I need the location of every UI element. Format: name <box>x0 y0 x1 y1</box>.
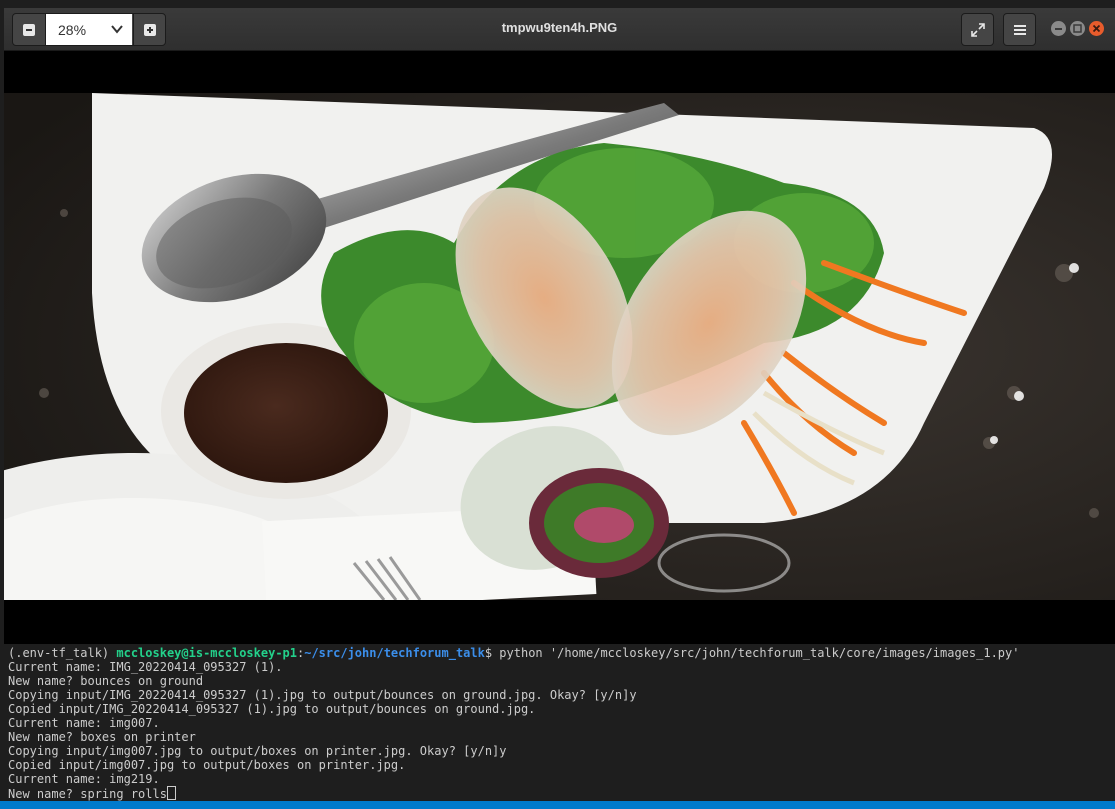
terminal-output-line: Copying input/IMG_20220414_095327 (1).jp… <box>8 688 637 702</box>
fullscreen-icon <box>970 22 985 37</box>
terminal-input-line[interactable]: New name? spring rolls <box>8 786 176 801</box>
terminal-output-line: Current name: IMG_20220414_095327 (1). <box>8 660 283 674</box>
menu-button[interactable] <box>1003 13 1036 46</box>
maximize-window-button[interactable] <box>1070 21 1085 36</box>
text-cursor <box>166 786 176 800</box>
window-title: tmpwu9ten4h.PNG <box>501 20 618 35</box>
close-window-button[interactable] <box>1089 21 1104 36</box>
terminal-output-line: New name? boxes on printer <box>8 730 196 744</box>
terminal-output-line: Current name: img219. <box>8 772 160 786</box>
displayed-photo <box>4 93 1115 600</box>
terminal-panel[interactable]: (.env-tf_talk) mccloskey@is-mccloskey-p1… <box>0 644 1115 801</box>
terminal-output-line: Copied input/IMG_20220414_095327 (1).jpg… <box>8 702 536 716</box>
minimize-icon <box>1055 28 1062 30</box>
hamburger-menu-icon <box>1013 24 1026 35</box>
prompt-env: (.env-tf_talk) <box>8 646 117 660</box>
terminal-input-text: New name? spring rolls <box>8 787 167 801</box>
prompt-user: mccloskey@is-mccloskey-p1 <box>116 646 297 660</box>
terminal-output-line: Copying input/img007.jpg to output/boxes… <box>8 744 507 758</box>
terminal-prompt-line: (.env-tf_talk) mccloskey@is-mccloskey-p1… <box>8 646 1019 660</box>
terminal-output-line: Copied input/img007.jpg to output/boxes … <box>8 758 406 772</box>
fullscreen-button[interactable] <box>961 13 994 46</box>
terminal-output-line: Current name: img007. <box>8 716 160 730</box>
maximize-icon <box>1073 24 1082 33</box>
minimize-window-button[interactable] <box>1051 21 1066 36</box>
viewer-titlebar: 28% tmpwu9ten4h.PNG <box>4 8 1115 51</box>
prompt-path: ~/src/john/techforum_talk <box>304 646 485 660</box>
terminal-output-line: New name? bounces on ground <box>8 674 204 688</box>
prompt-command: $ python '/home/mccloskey/src/john/techf… <box>484 646 1020 660</box>
image-viewer-window: 28% tmpwu9ten4h.PNG <box>4 8 1115 644</box>
editor-status-bar <box>0 801 1115 809</box>
close-icon <box>1092 24 1101 33</box>
